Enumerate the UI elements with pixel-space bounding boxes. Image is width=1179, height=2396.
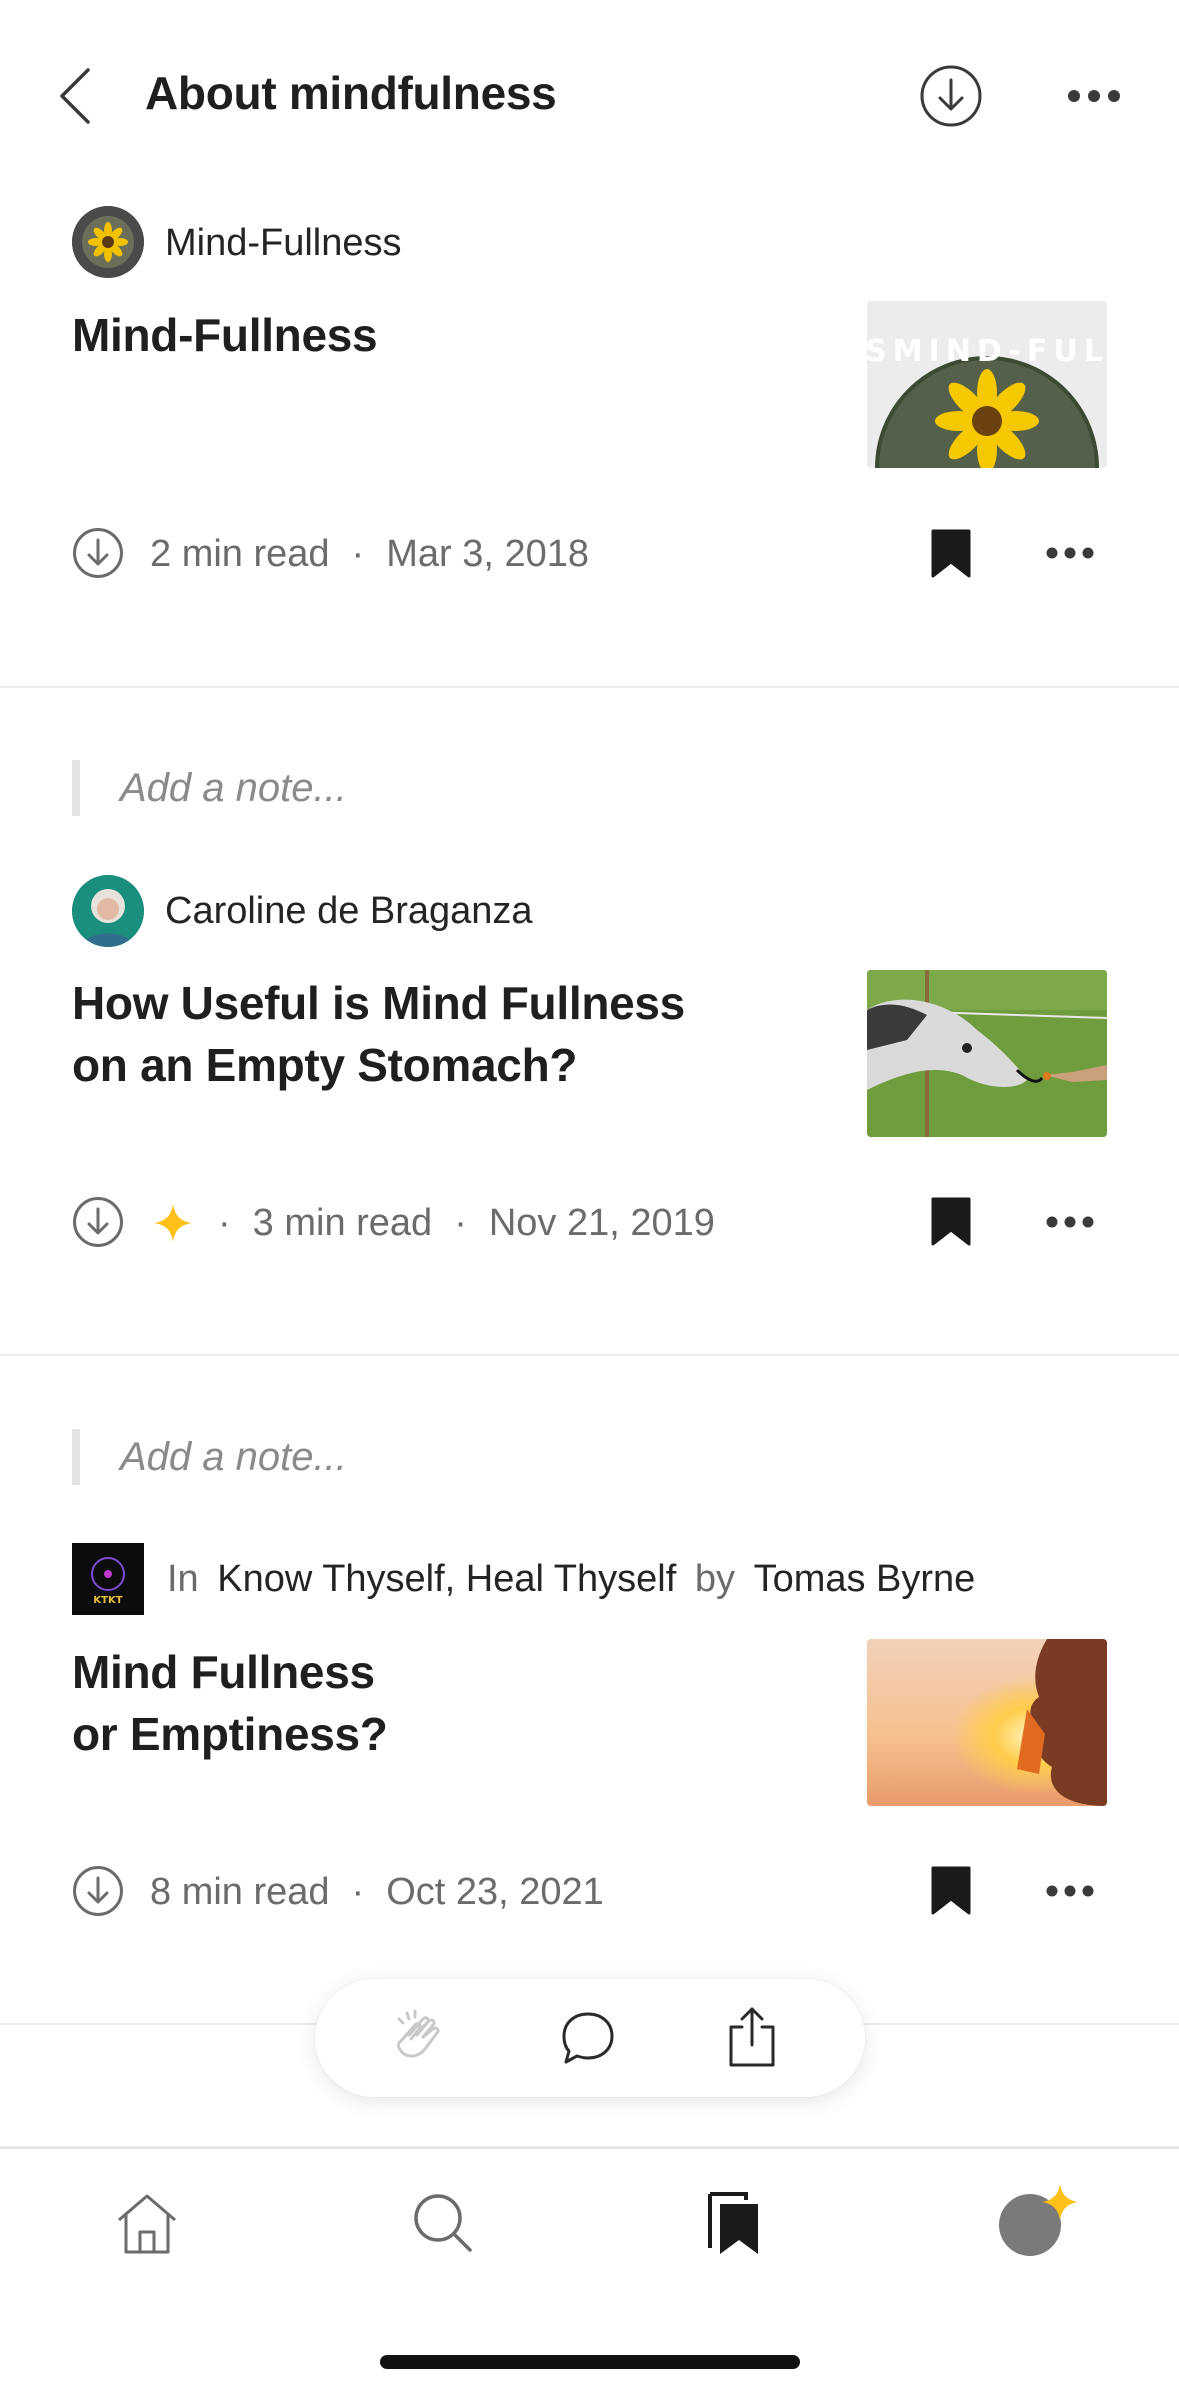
publish-date: Oct 23, 2021 — [386, 1871, 604, 1913]
person-avatar-image — [72, 875, 144, 947]
add-note-field[interactable]: Add a note... — [120, 766, 347, 811]
download-icon — [920, 65, 982, 127]
note-bar — [72, 760, 80, 816]
publish-date: Nov 21, 2019 — [488, 1202, 715, 1244]
download-icon — [73, 528, 123, 578]
article-title-line: or Emptiness? — [72, 1708, 388, 1760]
tab-profile[interactable] — [996, 2184, 1086, 2258]
tab-home[interactable] — [114, 2190, 180, 2256]
clap-button[interactable] — [387, 2005, 453, 2071]
library-icon — [708, 2192, 758, 2254]
article-title[interactable]: How Useful is Mind Fullness on an Empty … — [72, 972, 832, 1096]
publication-logo-text: KTKT — [93, 1595, 122, 1606]
article-meta: · 3 min read · Nov 21, 2019 — [218, 1202, 715, 1244]
more-icon — [1068, 90, 1120, 102]
article-more-button[interactable] — [1045, 1880, 1095, 1902]
bookmark-button[interactable] — [930, 1865, 972, 1915]
article-meta: 8 min read · Oct 23, 2021 — [150, 1871, 604, 1913]
star-icon — [1042, 2184, 1078, 2220]
sunflower-thumbnail-image: SMIND-FUL — [867, 301, 1107, 468]
author-name[interactable]: Tomas Byrne — [754, 1558, 976, 1600]
article-title-line: Mind Fullness — [72, 1646, 375, 1698]
tab-search[interactable] — [412, 2192, 474, 2254]
download-icon — [73, 1197, 123, 1247]
article-title-line: How Useful is Mind Fullness — [72, 977, 685, 1029]
home-indicator — [380, 2355, 800, 2369]
download-icon — [73, 1866, 123, 1916]
bookmark-icon — [931, 529, 971, 578]
bookmark-button[interactable] — [930, 1196, 972, 1246]
home-icon — [118, 2194, 176, 2254]
tab-library[interactable] — [704, 2190, 762, 2256]
download-article-button[interactable] — [72, 1196, 124, 1248]
read-time: 3 min read — [252, 1202, 433, 1244]
add-note-field[interactable]: Add a note... — [120, 1435, 347, 1480]
article-title-line: Mind-Fullness — [72, 309, 378, 361]
read-time: 8 min read — [150, 1871, 330, 1913]
back-chevron-icon — [60, 68, 90, 124]
tab-bar-divider — [0, 2146, 1179, 2149]
bookmark-icon — [931, 1197, 971, 1246]
divider — [0, 1354, 1179, 1356]
page-title: About mindfulness — [145, 67, 557, 119]
download-list-button[interactable] — [919, 64, 983, 128]
back-button[interactable] — [50, 64, 100, 128]
more-options-button[interactable] — [1066, 84, 1122, 108]
clap-icon — [396, 2009, 440, 2058]
download-article-button[interactable] — [72, 527, 124, 579]
share-button[interactable] — [725, 2005, 779, 2069]
author-name[interactable]: Mind-Fullness — [165, 222, 402, 265]
share-icon — [729, 2007, 775, 2067]
floating-action-bar — [315, 1979, 865, 2097]
read-time: 2 min read — [150, 533, 330, 575]
article-thumbnail[interactable] — [867, 1639, 1107, 1806]
article-title-line: on an Empty Stomach? — [72, 1039, 578, 1091]
divider — [0, 686, 1179, 688]
article-meta: 2 min read · Mar 3, 2018 — [150, 533, 589, 575]
thumbnail-text: SMIND-FUL — [867, 334, 1107, 369]
bookmark-button[interactable] — [930, 528, 972, 578]
byline: In Know Thyself, Heal Thyself by Tomas B… — [167, 1558, 975, 1601]
horse-thumbnail-image — [867, 970, 1107, 1137]
more-icon — [1046, 1885, 1094, 1897]
article-more-button[interactable] — [1045, 542, 1095, 564]
member-only-star — [152, 1202, 194, 1244]
article-title[interactable]: Mind-Fullness — [72, 304, 832, 366]
publish-date: Mar 3, 2018 — [386, 533, 589, 575]
author-avatar[interactable] — [72, 875, 144, 947]
download-article-button[interactable] — [72, 1865, 124, 1917]
in-label: In — [167, 1558, 199, 1600]
more-icon — [1046, 1216, 1094, 1228]
publication-logo[interactable]: KTKT — [72, 1543, 144, 1615]
publication-logo-image: KTKT — [72, 1543, 144, 1615]
star-icon — [154, 1204, 192, 1242]
article-thumbnail[interactable]: SMIND-FUL — [867, 301, 1107, 468]
comment-icon — [562, 2012, 614, 2064]
author-avatar[interactable] — [72, 206, 144, 278]
article-more-button[interactable] — [1045, 1211, 1095, 1233]
meditation-thumbnail-image — [867, 1639, 1107, 1806]
article-thumbnail[interactable] — [867, 970, 1107, 1137]
sunflower-icon — [72, 206, 144, 278]
comment-button[interactable] — [559, 2009, 617, 2067]
author-name[interactable]: Caroline de Braganza — [165, 890, 533, 933]
note-bar — [72, 1429, 80, 1485]
by-label: by — [694, 1558, 735, 1600]
bookmark-icon — [931, 1866, 971, 1915]
more-icon — [1046, 547, 1094, 559]
article-title[interactable]: Mind Fullness or Emptiness? — [72, 1641, 832, 1765]
publication-name[interactable]: Know Thyself, Heal Thyself — [217, 1558, 676, 1600]
search-icon — [414, 2194, 472, 2252]
